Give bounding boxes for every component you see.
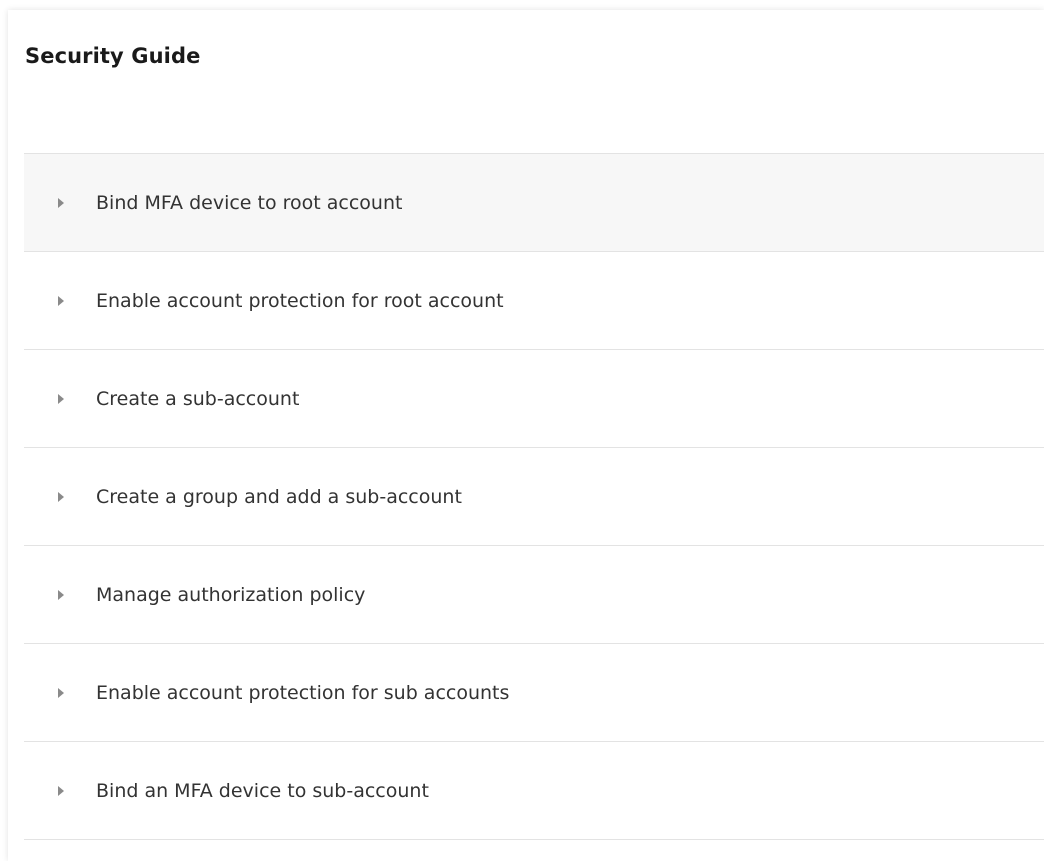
panel-title: Security Guide (25, 44, 201, 68)
guide-item-root-account-protection[interactable]: Enable account protection for root accou… (24, 252, 1044, 350)
caret-right-icon (58, 589, 64, 600)
guide-item-label: Create a sub-account (96, 387, 300, 410)
security-guide-panel: Security Guide Bind MFA device to root a… (8, 10, 1044, 861)
caret-right-icon (58, 491, 64, 502)
guide-item-manage-policy[interactable]: Manage authorization policy (24, 546, 1044, 644)
guide-item-label: Bind MFA device to root account (96, 191, 403, 214)
guide-item-bind-mfa-root[interactable]: Bind MFA device to root account (24, 154, 1044, 252)
caret-right-icon (58, 393, 64, 404)
guide-item-create-sub-account[interactable]: Create a sub-account (24, 350, 1044, 448)
guide-item-label: Bind an MFA device to sub-account (96, 779, 429, 802)
guide-item-label: Manage authorization policy (96, 583, 366, 606)
guide-item-label: Enable account protection for root accou… (96, 289, 504, 312)
guide-item-label: Enable account protection for sub accoun… (96, 681, 510, 704)
caret-right-icon (58, 687, 64, 698)
caret-right-icon (58, 785, 64, 796)
caret-right-icon (58, 197, 64, 208)
guide-item-sub-account-protection[interactable]: Enable account protection for sub accoun… (24, 644, 1044, 742)
caret-right-icon (58, 295, 64, 306)
guide-list: Bind MFA device to root account Enable a… (24, 153, 1044, 840)
guide-item-create-group[interactable]: Create a group and add a sub-account (24, 448, 1044, 546)
guide-item-label: Create a group and add a sub-account (96, 485, 462, 508)
guide-item-bind-mfa-sub[interactable]: Bind an MFA device to sub-account (24, 742, 1044, 840)
